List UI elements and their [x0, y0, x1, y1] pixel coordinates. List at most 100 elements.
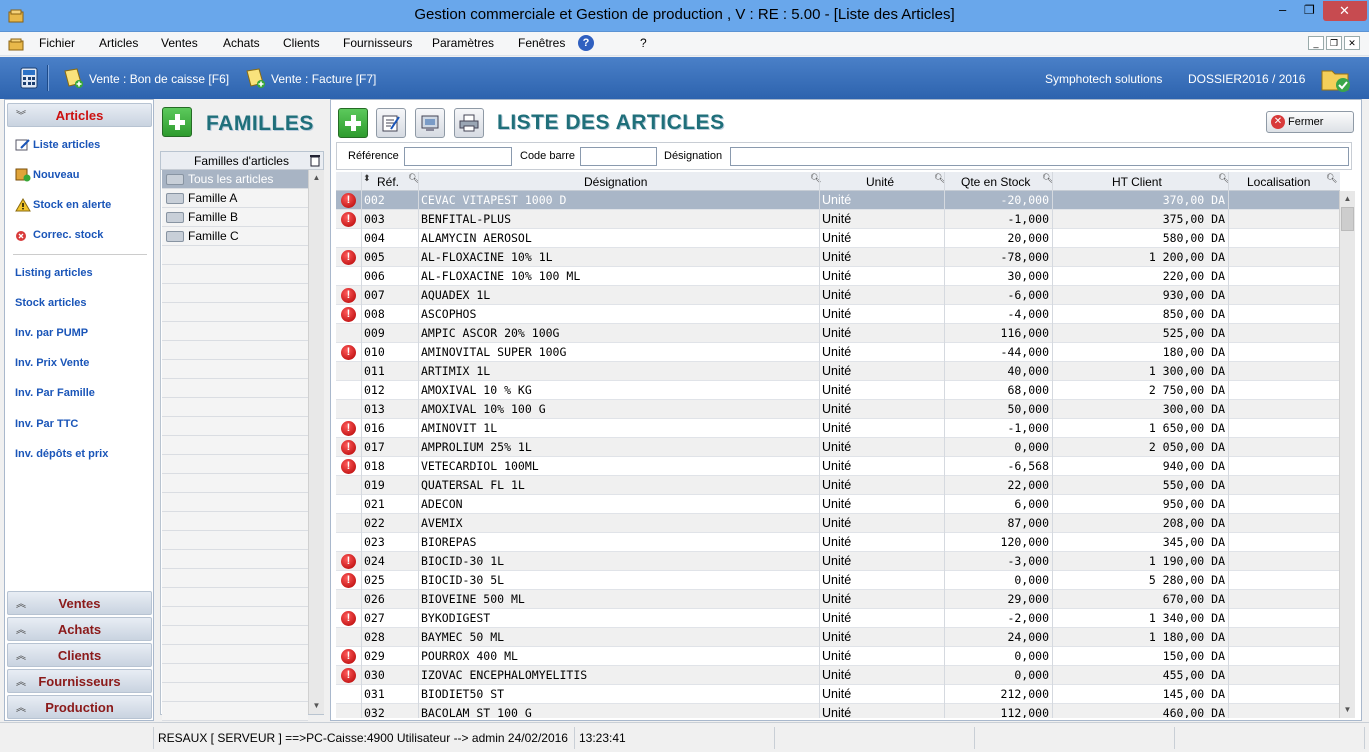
- table-row[interactable]: ! 018 VETECARDIOL 100ML Unité -6,568 940,00 D…: [336, 457, 1340, 476]
- trash-icon[interactable]: [310, 155, 320, 167]
- sidebar-section-ventes[interactable]: ︽ Ventes: [7, 591, 152, 615]
- calculator-icon[interactable]: [18, 67, 40, 89]
- scroll-down-icon[interactable]: ▼: [309, 698, 324, 714]
- bon-caisse-button[interactable]: Vente : Bon de caisse [F6]: [89, 72, 229, 86]
- table-row[interactable]: ! 007 AQUADEX 1L Unité -6,000 930,00 DA: [336, 286, 1340, 305]
- family-item-a[interactable]: Famille A: [162, 189, 308, 208]
- table-row[interactable]: 009 AMPIC ASCOR 20% 100G Unité 116,000 525,0…: [336, 324, 1340, 343]
- sidebar-report-depots[interactable]: Inv. dépôts et prix: [15, 448, 108, 460]
- scroll-thumb[interactable]: [1341, 207, 1354, 231]
- sidebar-item-nouveau[interactable]: Nouveau: [15, 168, 79, 182]
- table-row[interactable]: ! 024 BIOCID-30 1L Unité -3,000 1 190,00 DA: [336, 552, 1340, 571]
- sidebar-section-articles[interactable]: ︾ Articles: [7, 103, 152, 127]
- sidebar-section-clients[interactable]: ︽ Clients: [7, 643, 152, 667]
- table-row[interactable]: ! 005 AL-FLOXACINE 10% 1L Unité -78,000 1 200…: [336, 248, 1340, 267]
- col-unite[interactable]: Unité: [866, 175, 894, 189]
- col-ref[interactable]: Réf.: [377, 175, 399, 189]
- family-item-c[interactable]: Famille C: [162, 227, 308, 246]
- table-row[interactable]: 021 ADECON Unité 6,000 950,00 DA: [336, 495, 1340, 514]
- edit-article-button[interactable]: [376, 108, 406, 138]
- scroll-up-icon[interactable]: ▲: [309, 170, 324, 186]
- designation-input[interactable]: [730, 147, 1349, 166]
- sidebar-report-listing[interactable]: Listing articles: [15, 267, 93, 279]
- col-qte[interactable]: Qte en Stock: [961, 175, 1030, 189]
- minimize-button[interactable]: –: [1270, 1, 1296, 21]
- sort-icon[interactable]: ⬍: [363, 173, 371, 184]
- sidebar-section-fournisseurs[interactable]: ︽ Fournisseurs: [7, 669, 152, 693]
- add-family-button[interactable]: [162, 107, 192, 137]
- table-row[interactable]: 004 ALAMYCIN AEROSOL Unité 20,000 580,00 DA: [336, 229, 1340, 248]
- table-row[interactable]: ! 029 POURROX 400 ML Unité 0,000 150,00 DA: [336, 647, 1340, 666]
- table-row[interactable]: 026 BIOVEINE 500 ML Unité 29,000 670,00 DA: [336, 590, 1340, 609]
- reference-input[interactable]: [404, 147, 512, 166]
- table-row[interactable]: 012 AMOXIVAL 10 % KG Unité 68,000 2 750,00 D…: [336, 381, 1340, 400]
- invoice-add-icon[interactable]: [244, 67, 266, 89]
- menu-fournisseurs[interactable]: Fournisseurs: [343, 36, 412, 50]
- close-window-button[interactable]: ✕: [1323, 1, 1367, 21]
- sidebar-item-liste-articles[interactable]: Liste articles: [15, 138, 100, 152]
- maximize-button[interactable]: ❐: [1296, 1, 1323, 21]
- table-row[interactable]: 032 BACOLAM ST 100 G Unité 112,000 460,00 DA: [336, 704, 1340, 718]
- alert-icon: !: [341, 668, 356, 683]
- scroll-up-icon[interactable]: ▲: [1340, 191, 1355, 207]
- table-row[interactable]: ! 002 CEVAC VITAPEST 1000 D Unité -20,000 370…: [336, 191, 1340, 210]
- grid-scrollbar[interactable]: ▲ ▼: [1339, 191, 1355, 718]
- code-barre-input[interactable]: [580, 147, 657, 166]
- table-row[interactable]: 031 BIODIET50 ST Unité 212,000 145,00 DA: [336, 685, 1340, 704]
- table-row[interactable]: ! 010 AMINOVITAL SUPER 100G Unité -44,000 180…: [336, 343, 1340, 362]
- table-row[interactable]: 028 BAYMEC 50 ML Unité 24,000 1 180,00 DA: [336, 628, 1340, 647]
- table-row[interactable]: ! 016 AMINOVIT 1L Unité -1,000 1 650,00 DA: [336, 419, 1340, 438]
- menu-parametres[interactable]: Paramètres: [432, 36, 494, 50]
- fermer-button[interactable]: ✕ Fermer: [1266, 111, 1354, 133]
- col-localisation[interactable]: Localisation: [1247, 175, 1310, 189]
- menu-fichier[interactable]: Fichier: [39, 36, 75, 50]
- col-designation[interactable]: Désignation: [584, 175, 647, 189]
- family-item-all[interactable]: Tous les articles: [162, 170, 308, 189]
- help-icon[interactable]: ?: [578, 35, 594, 51]
- sidebar-report-ttc[interactable]: Inv. Par TTC: [15, 418, 78, 430]
- mdi-minimize-button[interactable]: _: [1308, 36, 1324, 50]
- folder-check-icon[interactable]: [1320, 63, 1352, 95]
- receipt-add-icon[interactable]: [62, 67, 84, 89]
- menu-question[interactable]: ?: [640, 36, 647, 50]
- sidebar-item-correc-stock[interactable]: Correc. stock: [15, 228, 103, 242]
- add-article-button[interactable]: [338, 108, 368, 138]
- menu-ventes[interactable]: Ventes: [161, 36, 198, 50]
- table-row[interactable]: ! 017 AMPROLIUM 25% 1L Unité 0,000 2 050,00 D…: [336, 438, 1340, 457]
- table-row[interactable]: ! 027 BYKODIGEST Unité -2,000 1 340,00 DA: [336, 609, 1340, 628]
- menu-clients[interactable]: Clients: [283, 36, 320, 50]
- sidebar-section-label: Production: [45, 700, 114, 715]
- sidebar-report-prix-vente[interactable]: Inv. Prix Vente: [15, 357, 89, 369]
- table-row[interactable]: 006 AL-FLOXACINE 10% 100 ML Unité 30,000 220…: [336, 267, 1340, 286]
- sidebar-report-stock[interactable]: Stock articles: [15, 297, 87, 309]
- print-preview-button[interactable]: [415, 108, 445, 138]
- table-row[interactable]: 022 AVEMIX Unité 87,000 208,00 DA: [336, 514, 1340, 533]
- app-menu-icon[interactable]: [8, 36, 24, 52]
- sidebar-report-pump[interactable]: Inv. par PUMP: [15, 327, 88, 339]
- mdi-restore-button[interactable]: ❐: [1326, 36, 1342, 50]
- sidebar-report-famille[interactable]: Inv. Par Famille: [15, 387, 95, 399]
- table-row[interactable]: 011 ARTIMIX 1L Unité 40,000 1 300,00 DA: [336, 362, 1340, 381]
- table-row[interactable]: 013 AMOXIVAL 10% 100 G Unité 50,000 300,00 D…: [336, 400, 1340, 419]
- sidebar-section-production[interactable]: ︽ Production: [7, 695, 152, 719]
- table-row[interactable]: ! 030 IZOVAC ENCEPHALOMYELITIS Unité 0,000 45…: [336, 666, 1340, 685]
- print-button[interactable]: [454, 108, 484, 138]
- sidebar-item-stock-alerte[interactable]: Stock en alerte: [15, 198, 111, 212]
- search-sort-icon[interactable]: 🔍︎: [1326, 173, 1337, 184]
- table-row[interactable]: 019 QUATERSAL FL 1L Unité 22,000 550,00 DA: [336, 476, 1340, 495]
- families-scrollbar[interactable]: ▲ ▼: [308, 170, 324, 714]
- menu-achats[interactable]: Achats: [223, 36, 260, 50]
- table-row[interactable]: ! 025 BIOCID-30 5L Unité 0,000 5 280,00 DA: [336, 571, 1340, 590]
- col-ht[interactable]: HT Client: [1112, 175, 1162, 189]
- table-row[interactable]: 023 BIOREPAS Unité 120,000 345,00 DA: [336, 533, 1340, 552]
- cell-designation: BAYMEC 50 ML: [421, 630, 505, 644]
- family-item-b[interactable]: Famille B: [162, 208, 308, 227]
- table-row[interactable]: ! 003 BENFITAL-PLUS Unité -1,000 375,00 DA: [336, 210, 1340, 229]
- menu-fenetres[interactable]: Fenêtres: [518, 36, 565, 50]
- table-row[interactable]: ! 008 ASCOPHOS Unité -4,000 850,00 DA: [336, 305, 1340, 324]
- mdi-close-button[interactable]: ✕: [1344, 36, 1360, 50]
- sidebar-section-achats[interactable]: ︽ Achats: [7, 617, 152, 641]
- menu-articles[interactable]: Articles: [99, 36, 138, 50]
- facture-button[interactable]: Vente : Facture [F7]: [271, 72, 376, 86]
- scroll-down-icon[interactable]: ▼: [1340, 702, 1355, 718]
